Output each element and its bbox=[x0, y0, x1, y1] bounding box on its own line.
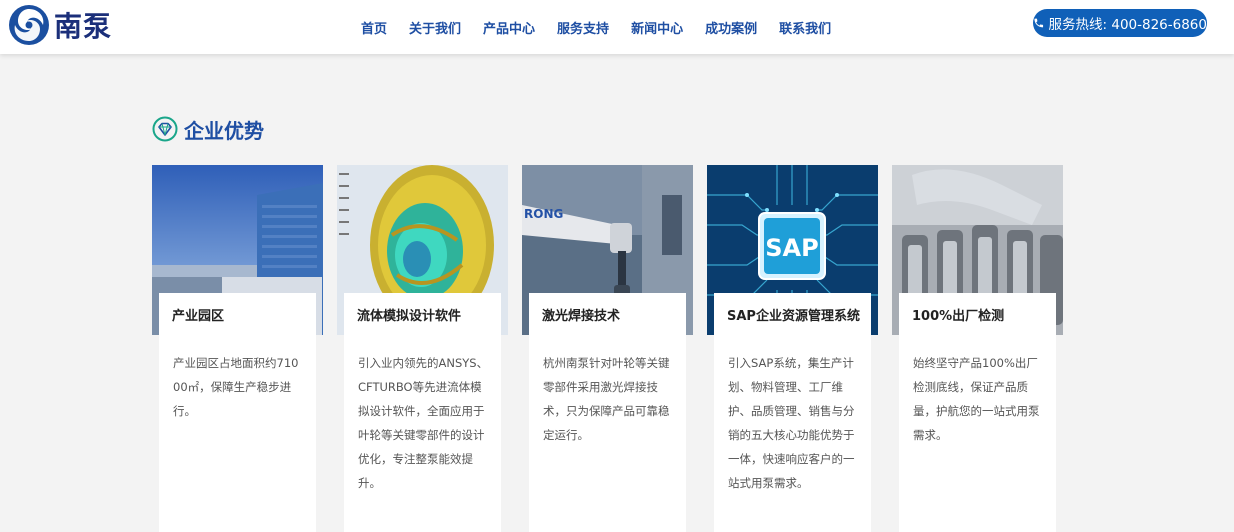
card-description: 引入SAP系统，集生产计划、物料管理、工厂维护、品质管理、销售与分销的五大核心功… bbox=[728, 356, 855, 490]
nav-contact[interactable]: 联系我们 bbox=[779, 18, 831, 37]
card-content: 产业园区 产业园区占地面积约71000㎡，保障生产稳步进行。 bbox=[159, 293, 316, 532]
nav-products[interactable]: 产品中心 bbox=[483, 18, 535, 37]
card-content: 流体模拟设计软件 引入业内领先的ANSYS、CFTURBO等先进流体模拟设计软件… bbox=[344, 293, 501, 532]
main-nav: 首页 关于我们 产品中心 服务支持 新闻中心 成功案例 联系我们 bbox=[350, 0, 842, 54]
advantage-card-fluid-sim[interactable]: 流体模拟设计软件 引入业内领先的ANSYS、CFTURBO等先进流体模拟设计软件… bbox=[337, 165, 508, 532]
section-heading: 企业优势 bbox=[152, 114, 264, 144]
nav-news[interactable]: 新闻中心 bbox=[631, 18, 683, 37]
hotline-button[interactable]: 服务热线: 400-826-6860 bbox=[1033, 9, 1207, 37]
advantage-card-park[interactable]: 产业园区 产业园区占地面积约71000㎡，保障生产稳步进行。 bbox=[152, 165, 323, 532]
logo-text: 南泵 bbox=[54, 10, 113, 43]
diamond-badge-icon bbox=[152, 116, 178, 142]
site-header: 南泵 首页 关于我们 产品中心 服务支持 新闻中心 成功案例 联系我们 服务热线… bbox=[0, 0, 1234, 54]
logo[interactable]: 南泵 bbox=[8, 3, 112, 47]
hotline-text: 服务热线: 400-826-6860 bbox=[1048, 17, 1207, 33]
card-title: SAP企业资源管理系统 bbox=[714, 293, 871, 335]
card-title: 流体模拟设计软件 bbox=[344, 293, 501, 335]
card-title: 激光焊接技术 bbox=[529, 293, 686, 335]
card-title: 产业园区 bbox=[159, 293, 316, 335]
advantage-card-inspection[interactable]: 100%出厂检测 始终坚守产品100%出厂检测底线，保证产品质量，护航您的一站式… bbox=[892, 165, 1063, 532]
section-title: 企业优势 bbox=[184, 118, 264, 143]
card-description: 引入业内领先的ANSYS、CFTURBO等先进流体模拟设计软件，全面应用于叶轮等… bbox=[358, 356, 489, 490]
sap-chip-label: SAP bbox=[765, 234, 818, 262]
nav-about[interactable]: 关于我们 bbox=[409, 18, 461, 37]
phone-icon bbox=[1034, 18, 1044, 28]
advantage-card-sap[interactable]: SAP SAP企业资源管理系统 引入SAP系统，集生产计划、物料管理、工厂维护、… bbox=[707, 165, 878, 532]
logo-swirl-icon bbox=[9, 5, 49, 45]
card-description: 产业园区占地面积约71000㎡，保障生产稳步进行。 bbox=[173, 356, 299, 418]
nav-cases[interactable]: 成功案例 bbox=[705, 18, 757, 37]
card-description: 杭州南泵针对叶轮等关键零部件采用激光焊接技术，只为保障产品可靠稳定运行。 bbox=[543, 356, 670, 442]
card-content: 激光焊接技术 杭州南泵针对叶轮等关键零部件采用激光焊接技术，只为保障产品可靠稳定… bbox=[529, 293, 686, 532]
card-description: 始终坚守产品100%出厂检测底线，保证产品质量，护航您的一站式用泵需求。 bbox=[913, 356, 1040, 442]
nav-home[interactable]: 首页 bbox=[361, 18, 387, 37]
nav-service[interactable]: 服务支持 bbox=[557, 18, 609, 37]
card-content: 100%出厂检测 始终坚守产品100%出厂检测底线，保证产品质量，护航您的一站式… bbox=[899, 293, 1056, 532]
robot-brand-label: RONG bbox=[524, 207, 563, 221]
advantage-card-laser-welding[interactable]: RONG 激光焊接技术 杭州南泵针对叶轮等关键零部件采用激光焊接技术，只为保障产… bbox=[522, 165, 693, 532]
card-title: 100%出厂检测 bbox=[899, 293, 1056, 335]
card-content: SAP企业资源管理系统 引入SAP系统，集生产计划、物料管理、工厂维护、品质管理… bbox=[714, 293, 871, 532]
